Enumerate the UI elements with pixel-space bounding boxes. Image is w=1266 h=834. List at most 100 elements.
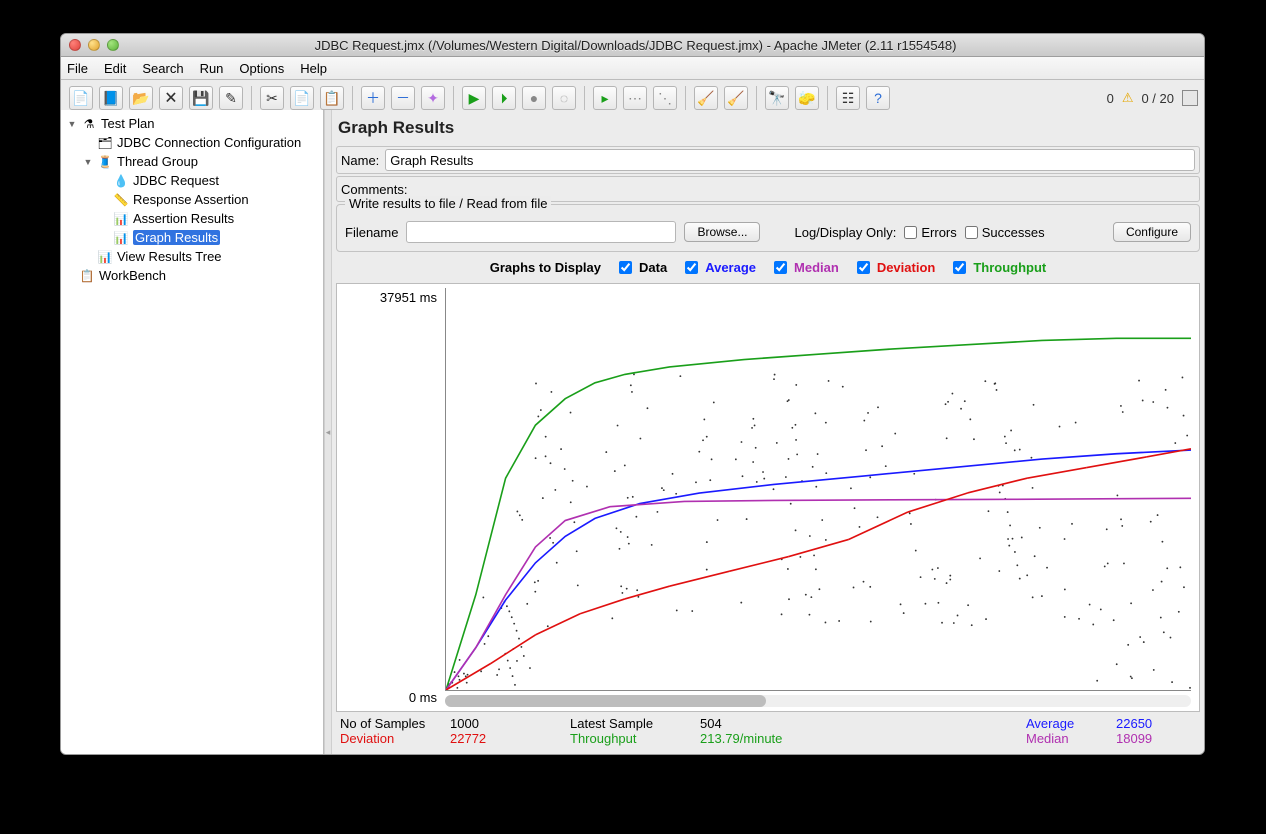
latest-value: 504	[700, 716, 860, 731]
app-window: JDBC Request.jmx (/Volumes/Western Digit…	[60, 33, 1205, 755]
caret-down-icon[interactable]: ▼	[83, 157, 93, 167]
menu-edit[interactable]: Edit	[104, 61, 126, 76]
y-max-label: 37951 ms	[380, 290, 437, 305]
menu-run[interactable]: Run	[200, 61, 224, 76]
warning-count: 0	[1107, 91, 1114, 106]
browse-button[interactable]: Browse...	[684, 222, 760, 242]
open-icon[interactable]: 📂	[129, 86, 153, 110]
menu-search[interactable]: Search	[142, 61, 183, 76]
stop-icon[interactable]: ●	[522, 86, 546, 110]
close-icon-btn[interactable]: 🗙	[159, 86, 183, 110]
average-value: 22650	[1116, 716, 1196, 731]
remote-shutdown-icon[interactable]: ⋱	[653, 86, 677, 110]
flask-icon: ⚗	[81, 116, 97, 132]
remote-stop-icon[interactable]: ⋯	[623, 86, 647, 110]
throughput-value: 213.79/minute	[700, 731, 860, 746]
latest-label: Latest Sample	[570, 716, 700, 731]
splitter-handle[interactable]: ◂	[324, 110, 332, 754]
panel-heading: Graph Results	[336, 114, 1200, 144]
filename-input[interactable]	[406, 221, 676, 243]
name-label: Name:	[341, 153, 379, 168]
tree-jdbc-connection[interactable]: 🗂 JDBC Connection Configuration	[61, 133, 323, 152]
data-toggle[interactable]: Data	[615, 258, 667, 277]
comments-label: Comments:	[341, 182, 407, 197]
chart: 37951 ms 0 ms	[336, 283, 1200, 712]
file-group: Write results to file / Read from file F…	[336, 204, 1200, 252]
tree-thread-group[interactable]: ▼ 🧵 Thread Group	[61, 152, 323, 171]
titlebar: JDBC Request.jmx (/Volumes/Western Digit…	[61, 34, 1204, 57]
average-label: Average	[1026, 716, 1116, 731]
listener-icon: 📊	[113, 230, 129, 246]
new-icon[interactable]: 📄	[69, 86, 93, 110]
throughput-label: Throughput	[570, 731, 700, 746]
clear-all-icon[interactable]: 🧹	[724, 86, 748, 110]
main-panel: Graph Results Name: Comments: Write resu…	[332, 110, 1204, 754]
name-field-row: Name:	[336, 146, 1200, 174]
median-toggle[interactable]: Median	[770, 258, 839, 277]
tree-graph-results[interactable]: 📊 Graph Results	[61, 228, 323, 247]
deviation-label: Deviation	[340, 731, 450, 746]
logdisplay-label: Log/Display Only:	[794, 225, 896, 240]
menu-help[interactable]: Help	[300, 61, 327, 76]
separator	[251, 86, 252, 110]
config-icon: 🗂	[97, 135, 113, 151]
start-icon[interactable]: ▶	[462, 86, 486, 110]
copy-icon[interactable]: 📄	[290, 86, 314, 110]
shutdown-icon[interactable]: ◌	[552, 86, 576, 110]
start-no-timers-icon[interactable]: ⏵	[492, 86, 516, 110]
window-title: JDBC Request.jmx (/Volumes/Western Digit…	[75, 38, 1196, 53]
tree-test-plan[interactable]: ▼ ⚗ Test Plan	[61, 114, 323, 133]
listener-icon: 📊	[97, 249, 113, 265]
samples-label: No of Samples	[340, 716, 450, 731]
collapse-icon[interactable]: －	[391, 86, 415, 110]
reset-search-icon[interactable]: 🧽	[795, 86, 819, 110]
save-icon[interactable]: 💾	[189, 86, 213, 110]
tree-assertion-results[interactable]: 📊 Assertion Results	[61, 209, 323, 228]
graphs-label: Graphs to Display	[490, 260, 601, 275]
horizontal-scrollbar[interactable]	[445, 695, 1191, 707]
deviation-toggle[interactable]: Deviation	[853, 258, 936, 277]
errors-checkbox[interactable]: Errors	[904, 225, 956, 240]
help-icon[interactable]: ?	[866, 86, 890, 110]
tree-view-results-tree[interactable]: 📊 View Results Tree	[61, 247, 323, 266]
y-min-label: 0 ms	[409, 690, 437, 705]
successes-checkbox-input[interactable]	[965, 226, 978, 239]
name-input[interactable]	[385, 149, 1195, 171]
function-helper-icon[interactable]: ☷	[836, 86, 860, 110]
errors-checkbox-input[interactable]	[904, 226, 917, 239]
thread-group-icon: 🧵	[97, 154, 113, 170]
separator	[352, 86, 353, 110]
menubar: File Edit Search Run Options Help	[61, 57, 1204, 80]
status-indicator	[1182, 90, 1198, 106]
successes-checkbox[interactable]: Successes	[965, 225, 1045, 240]
stats-row: No of Samples 1000 Latest Sample 504 Ave…	[336, 714, 1200, 750]
search-tree-icon[interactable]: 🔭	[765, 86, 789, 110]
scrollbar-thumb[interactable]	[445, 695, 766, 707]
templates-icon[interactable]: 📘	[99, 86, 123, 110]
average-toggle[interactable]: Average	[681, 258, 756, 277]
caret-down-icon[interactable]: ▼	[67, 119, 77, 129]
graphs-to-display: Graphs to Display Data Average Median De…	[336, 254, 1200, 281]
configure-button[interactable]: Configure	[1113, 222, 1191, 242]
warning-icon: ⚠	[1122, 90, 1134, 106]
tree-jdbc-request[interactable]: 💧 JDBC Request	[61, 171, 323, 190]
listener-icon: 📊	[113, 211, 129, 227]
clear-icon[interactable]: 🧹	[694, 86, 718, 110]
separator	[453, 86, 454, 110]
tree-response-assertion[interactable]: 📏 Response Assertion	[61, 190, 323, 209]
separator	[584, 86, 585, 110]
menu-file[interactable]: File	[67, 61, 88, 76]
cut-icon[interactable]: ✂	[260, 86, 284, 110]
paste-icon[interactable]: 📋	[320, 86, 344, 110]
throughput-toggle[interactable]: Throughput	[949, 258, 1046, 277]
save-as-icon[interactable]: ✎	[219, 86, 243, 110]
file-group-legend: Write results to file / Read from file	[345, 196, 551, 211]
menu-options[interactable]: Options	[239, 61, 284, 76]
sampler-icon: 💧	[113, 173, 129, 189]
toggle-icon[interactable]: ✦	[421, 86, 445, 110]
filename-label: Filename	[345, 225, 398, 240]
remote-start-icon[interactable]: ▸	[593, 86, 617, 110]
expand-icon[interactable]: ＋	[361, 86, 385, 110]
tree-workbench[interactable]: 📋 WorkBench	[61, 266, 323, 285]
test-plan-tree[interactable]: ▼ ⚗ Test Plan 🗂 JDBC Connection Configur…	[61, 110, 324, 754]
